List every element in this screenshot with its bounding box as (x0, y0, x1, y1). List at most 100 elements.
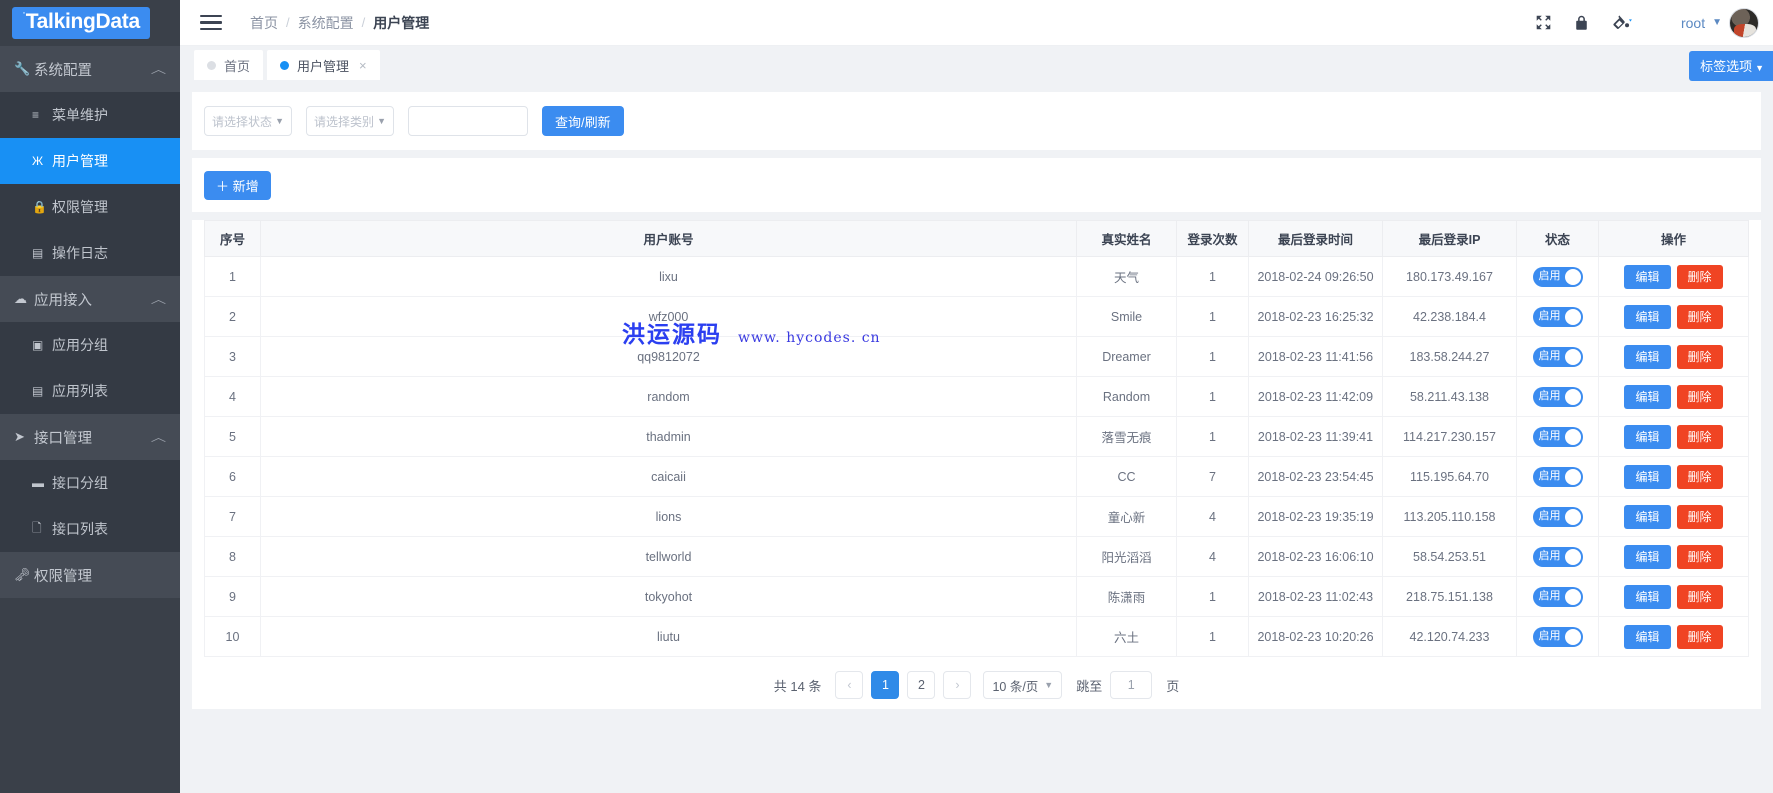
sidebar-item-label: 操作日志 (52, 245, 108, 261)
tag-options-button[interactable]: 标签选项 ▼ (1689, 51, 1773, 81)
close-icon[interactable]: × (359, 58, 367, 73)
cell-lastlogintime: 2018-02-23 10:20:26 (1248, 616, 1383, 657)
cell-lastloginip: 42.238.184.4 (1382, 296, 1517, 337)
status-toggle[interactable]: 启用 (1532, 426, 1583, 447)
jump-page-input[interactable] (1110, 671, 1153, 699)
status-toggle[interactable]: 启用 (1532, 506, 1583, 527)
edit-button[interactable]: 编辑 (1624, 264, 1671, 289)
tab-label: 用户管理 (297, 58, 350, 74)
edit-button[interactable]: 编辑 (1624, 464, 1671, 489)
hamburger-icon[interactable] (200, 14, 222, 31)
sidebar-item-label: 权限管理 (34, 568, 92, 585)
content-area: 请选择状态 ▼ 请选择类别 ▼ 查询/刷新 ＋ 新增 序号 用户账号 真实姓名 … (180, 84, 1773, 793)
sidebar-item-app-group[interactable]: ▣ 应用分组 (0, 322, 180, 368)
cell-status: 启用 (1516, 296, 1599, 337)
status-toggle-label: 启用 (1538, 470, 1561, 482)
fullscreen-icon[interactable] (1535, 14, 1552, 31)
cell-realname: 天气 (1076, 256, 1177, 297)
status-toggle[interactable]: 启用 (1532, 546, 1583, 567)
sidebar-item-api-group[interactable]: ▬ 接口分组 (0, 460, 180, 506)
pagination-next[interactable]: › (943, 671, 972, 699)
edit-button[interactable]: 编辑 (1624, 504, 1671, 529)
page-size-select[interactable]: 10 条/页 ▼ (983, 671, 1063, 699)
delete-button[interactable]: 删除 (1676, 624, 1723, 649)
edit-button[interactable]: 编辑 (1624, 544, 1671, 569)
user-menu[interactable]: root ▼ (1681, 7, 1759, 38)
type-select[interactable]: 请选择类别 ▼ (306, 106, 394, 136)
sidebar-item-permission-bottom[interactable]: 🗝 权限管理 (0, 552, 180, 598)
table-row: 3 qq9812072 Dreamer 1 2018-02-23 11:41:56 183… (204, 336, 1749, 377)
delete-button[interactable]: 删除 (1676, 504, 1723, 529)
delete-button[interactable]: 删除 (1676, 264, 1723, 289)
table-row: 9 tokyohot 陈潇雨 1 2018-02-23 11:02:43 218.75.1… (204, 576, 1749, 617)
row-actions: 编辑 删除 (1599, 464, 1748, 489)
cell-index: 3 (204, 336, 261, 377)
status-toggle[interactable]: 启用 (1532, 306, 1583, 327)
edit-button[interactable]: 编辑 (1624, 344, 1671, 369)
sidebar-item-user-management[interactable]: Ж 用户管理 (0, 138, 180, 184)
status-toggle[interactable]: 启用 (1532, 266, 1583, 287)
cell-index: 1 (204, 256, 261, 297)
topbar-icons (1535, 14, 1633, 31)
cell-lastlogintime: 2018-02-23 23:54:45 (1248, 456, 1383, 497)
delete-button[interactable]: 删除 (1676, 464, 1723, 489)
status-toggle-label: 启用 (1538, 430, 1561, 442)
brand-logo[interactable]: ˙TalkingData (0, 0, 180, 46)
tab-bar: 首页 用户管理 × 标签选项 ▼ (180, 46, 1773, 84)
delete-button[interactable]: 删除 (1676, 424, 1723, 449)
sidebar-item-permission-management[interactable]: 🔒 权限管理 (0, 184, 180, 230)
edit-button[interactable]: 编辑 (1624, 304, 1671, 329)
sidebar-item-app-list[interactable]: ▤ 应用列表 (0, 368, 180, 414)
type-select-placeholder: 请选择类别 (314, 114, 375, 129)
sidebar-group-system-config[interactable]: 🔧 系统配置 ︿ (0, 46, 180, 92)
sidebar-group-api-management[interactable]: ➤ 接口管理 ︿ (0, 414, 180, 460)
log-book-icon: ▤ (32, 246, 44, 260)
pagination-page-1[interactable]: 1 (871, 671, 900, 699)
breadcrumb-item-home[interactable]: 首页 (250, 13, 278, 33)
folder-icon: ▬ (32, 476, 44, 490)
pagination-prev[interactable]: ‹ (835, 671, 864, 699)
edit-button[interactable]: 编辑 (1624, 624, 1671, 649)
add-button[interactable]: ＋ 新增 (204, 171, 271, 200)
cell-account: caicaii (260, 456, 1077, 497)
edit-button[interactable]: 编辑 (1624, 384, 1671, 409)
status-toggle[interactable]: 启用 (1532, 466, 1583, 487)
delete-button[interactable]: 删除 (1676, 344, 1723, 369)
cell-index: 9 (204, 576, 261, 617)
sidebar-item-menu-maintain[interactable]: ≡ 菜单维护 (0, 92, 180, 138)
cell-lastloginip: 58.54.253.51 (1382, 536, 1517, 577)
cloud-icon: ☁ (14, 291, 27, 306)
sidebar-item-operation-log[interactable]: ▤ 操作日志 (0, 230, 180, 276)
delete-button[interactable]: 删除 (1676, 304, 1723, 329)
status-toggle[interactable]: 启用 (1532, 346, 1583, 367)
status-toggle[interactable]: 启用 (1532, 586, 1583, 607)
avatar[interactable] (1729, 7, 1759, 38)
status-toggle[interactable]: 启用 (1532, 386, 1583, 407)
breadcrumb-item-current: 用户管理 (373, 14, 430, 31)
delete-button[interactable]: 删除 (1676, 584, 1723, 609)
status-toggle-knob (1564, 468, 1581, 485)
status-toggle-knob (1564, 548, 1581, 565)
table-row: 2 wfz000 Smile 1 2018-02-23 16:25:32 42.238.1… (204, 296, 1749, 337)
status-select[interactable]: 请选择状态 ▼ (204, 106, 292, 136)
keyword-input[interactable] (408, 106, 528, 136)
theme-paint-icon[interactable] (1611, 14, 1633, 31)
cell-lastlogintime: 2018-02-23 11:42:09 (1248, 376, 1383, 417)
sidebar-group-app-access[interactable]: ☁ 应用接入 ︿ (0, 276, 180, 322)
tab-home[interactable]: 首页 (194, 50, 264, 80)
breadcrumb-item-system-config[interactable]: 系统配置 (298, 13, 354, 33)
search-refresh-button[interactable]: 查询/刷新 (542, 106, 624, 136)
tab-user-management[interactable]: 用户管理 × (267, 50, 380, 80)
delete-button[interactable]: 删除 (1676, 384, 1723, 409)
cell-account: wfz000 (260, 296, 1077, 337)
pagination-page-2[interactable]: 2 (907, 671, 936, 699)
sidebar-item-api-list[interactable]: 🗋 接口列表 (0, 506, 180, 552)
edit-button[interactable]: 编辑 (1624, 584, 1671, 609)
edit-button[interactable]: 编辑 (1624, 424, 1671, 449)
lock-icon[interactable] (1574, 14, 1589, 31)
cell-status: 启用 (1516, 496, 1599, 537)
status-toggle-label: 启用 (1538, 270, 1561, 282)
row-actions: 编辑 删除 (1599, 504, 1748, 529)
delete-button[interactable]: 删除 (1676, 544, 1723, 569)
status-toggle[interactable]: 启用 (1532, 626, 1583, 647)
